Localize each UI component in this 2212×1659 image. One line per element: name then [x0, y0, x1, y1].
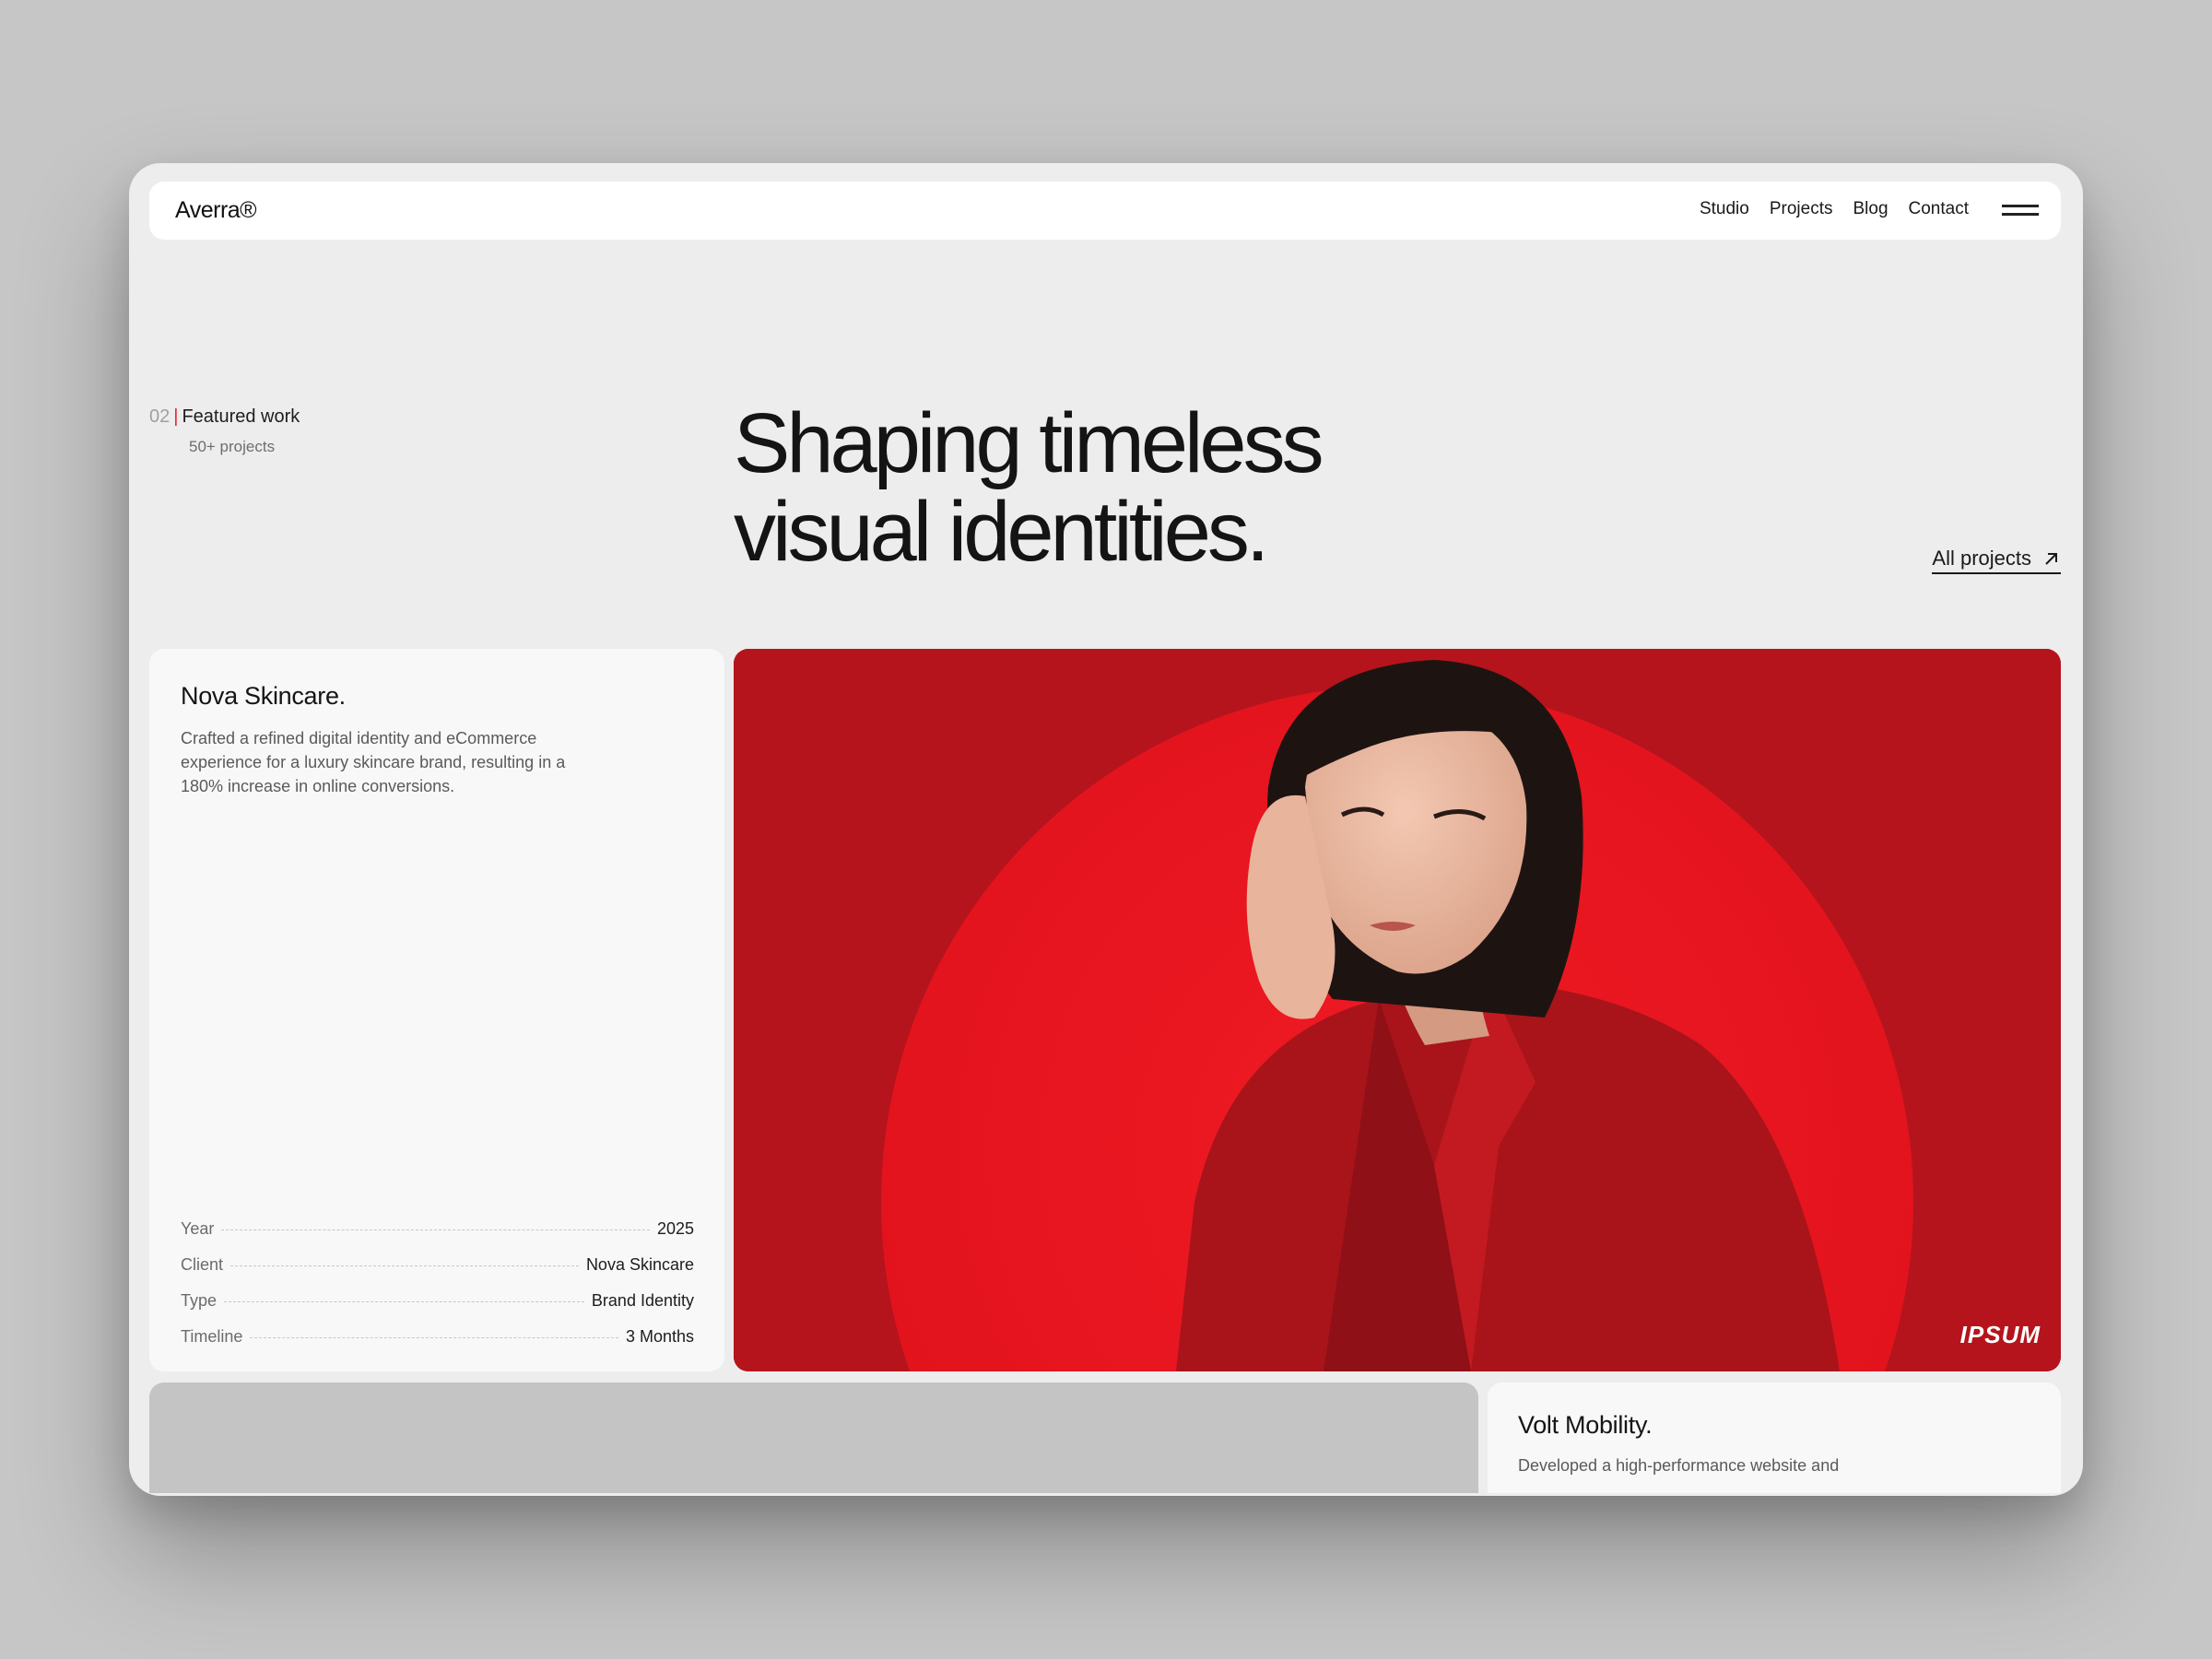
section-number: 02 — [149, 406, 171, 427]
project-meta: Year 2025 Client Nova Skincare Type Bran… — [181, 1211, 694, 1355]
portrait-illustration — [734, 649, 2061, 1371]
project-title: Nova Skincare. — [181, 682, 346, 710]
nav-link-studio[interactable]: Studio — [1700, 199, 1749, 219]
meta-leader — [250, 1337, 618, 1338]
headline-line-2: visual identities. — [734, 485, 1269, 579]
section-label: 02 | Featured work — [149, 406, 300, 428]
arrow-up-right-icon — [2045, 553, 2057, 565]
all-projects-label: All projects — [1932, 547, 2031, 570]
meta-value: 2025 — [656, 1219, 694, 1238]
section-subtitle: 50+ projects — [189, 438, 276, 455]
meta-row-client: Client Nova Skincare — [181, 1247, 694, 1283]
all-projects-link[interactable]: All projects — [1932, 547, 2061, 574]
nav-link-contact[interactable]: Contact — [1909, 199, 1969, 219]
section-title: Featured work — [182, 406, 300, 427]
meta-row-timeline: Timeline 3 Months — [181, 1319, 694, 1355]
next-project-description: Developed a high-performance website and — [1518, 1456, 1840, 1475]
meta-leader — [230, 1265, 579, 1266]
browser-window: Averra® Studio Projects Blog Contact 02 |… — [129, 163, 2083, 1496]
top-nav: Averra® Studio Projects Blog Contact — [149, 182, 2061, 240]
meta-value: 3 Months — [625, 1327, 694, 1346]
brand-mark: IPSUM — [1959, 1321, 2041, 1348]
meta-key: Client — [181, 1255, 224, 1274]
nav-link-blog[interactable]: Blog — [1853, 199, 1888, 219]
nav-link-projects[interactable]: Projects — [1770, 199, 1833, 219]
project-hero-image[interactable]: IPSUM — [734, 649, 2061, 1371]
logo[interactable]: Averra® — [175, 197, 257, 224]
next-project-image[interactable] — [149, 1382, 1478, 1493]
meta-key: Timeline — [181, 1327, 243, 1346]
meta-row-type: Type Brand Identity — [181, 1283, 694, 1319]
project-description: Crafted a refined digital identity and e… — [181, 729, 566, 795]
nav-links: Studio Projects Blog Contact — [1700, 199, 1969, 219]
menu-icon[interactable] — [2002, 203, 2039, 218]
meta-value: Nova Skincare — [585, 1255, 694, 1274]
section-separator: | — [173, 406, 179, 427]
meta-key: Year — [181, 1219, 215, 1238]
meta-leader — [224, 1301, 584, 1302]
meta-key: Type — [181, 1291, 218, 1310]
project-card-info[interactable]: Nova Skincare. Crafted a refined digital… — [149, 649, 724, 1371]
meta-row-year: Year 2025 — [181, 1211, 694, 1247]
page-headline: Shaping timeless visual identities. — [734, 399, 1526, 576]
next-project-title: Volt Mobility. — [1518, 1411, 1653, 1439]
next-project-card-info[interactable]: Volt Mobility. Developed a high-performa… — [1488, 1382, 2061, 1493]
headline-line-1: Shaping timeless — [734, 396, 1324, 490]
meta-value: Brand Identity — [591, 1291, 694, 1310]
